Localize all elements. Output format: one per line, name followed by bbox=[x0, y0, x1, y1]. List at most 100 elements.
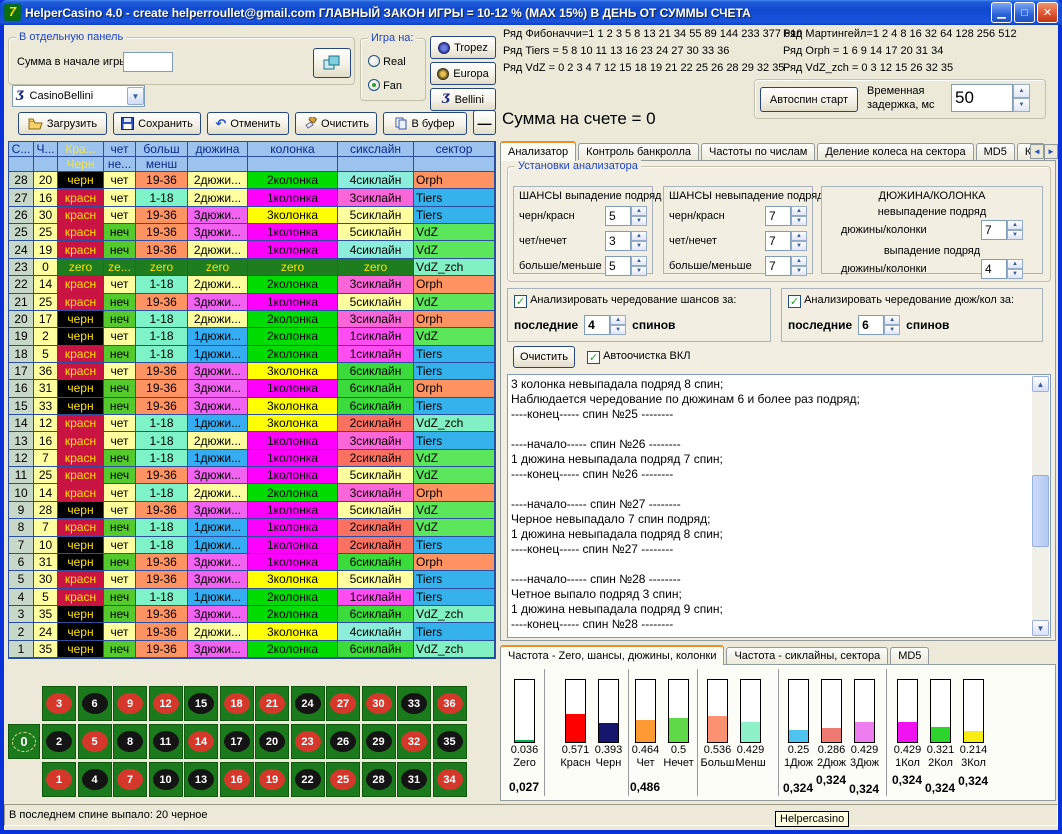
column-header[interactable]: не... bbox=[104, 157, 136, 172]
roulette-number-0[interactable]: 0 bbox=[8, 724, 40, 759]
roulette-number-1[interactable]: 1 bbox=[42, 762, 76, 797]
spinner-dozen-spins[interactable]: 6▲▼ bbox=[858, 315, 900, 335]
tab-3[interactable]: Деление колеса на сектора bbox=[817, 143, 973, 161]
clear-button[interactable]: Очистить bbox=[295, 112, 377, 135]
roulette-number-13[interactable]: 13 bbox=[184, 762, 218, 797]
table-row[interactable]: 1631черннеч19-363дюжи...1колонка6сиклайн… bbox=[9, 380, 495, 397]
roulette-number-20[interactable]: 20 bbox=[255, 724, 289, 759]
roulette-number-11[interactable]: 11 bbox=[149, 724, 183, 759]
roulette-number-36[interactable]: 36 bbox=[433, 686, 467, 721]
collapse-button[interactable]: — bbox=[473, 110, 496, 135]
table-row[interactable]: 710чернчет1-181дюжи...1колонка2сиклайнTi… bbox=[9, 537, 495, 554]
column-header[interactable]: менш bbox=[136, 157, 188, 172]
column-header[interactable]: сикслайн bbox=[338, 142, 414, 157]
tab-scroll-right-icon[interactable]: ► bbox=[1044, 144, 1058, 159]
spin-up-icon[interactable]: ▲ bbox=[610, 315, 626, 325]
column-header[interactable] bbox=[34, 157, 58, 172]
roulette-number-8[interactable]: 8 bbox=[113, 724, 147, 759]
casino-tropez-button[interactable]: Tropez bbox=[430, 36, 496, 59]
casino-bellini-button[interactable]: Ʒ Bellini bbox=[430, 88, 496, 111]
freq-tab-1[interactable]: Частота - сиклайны, сектора bbox=[726, 647, 888, 665]
table-row[interactable]: 2716краснчет1-182дюжи...1колонка3сиклайн… bbox=[9, 189, 495, 206]
autoclear-checkbox-row[interactable]: Автоочистка ВКЛ bbox=[587, 350, 691, 364]
spinner-even-odd-appear[interactable]: 3▲▼ bbox=[605, 231, 647, 251]
analyzer-log[interactable]: 3 колонка невыпадала подряд 8 спин; Набл… bbox=[507, 374, 1051, 638]
save-button[interactable]: Сохранить bbox=[113, 112, 201, 135]
roulette-number-26[interactable]: 26 bbox=[326, 724, 360, 759]
roulette-number-6[interactable]: 6 bbox=[78, 686, 112, 721]
radio-fan[interactable]: Fan bbox=[368, 79, 402, 92]
detach-panel-button[interactable] bbox=[313, 48, 351, 78]
column-header[interactable]: больш bbox=[136, 142, 188, 157]
roulette-number-31[interactable]: 31 bbox=[397, 762, 431, 797]
table-row[interactable]: 2820чернчет19-362дюжи...2колонка4сиклайн… bbox=[9, 172, 495, 189]
column-header[interactable]: колонка bbox=[248, 142, 338, 157]
roulette-number-18[interactable]: 18 bbox=[220, 686, 254, 721]
column-header[interactable]: Кра... bbox=[58, 142, 104, 157]
spin-up-icon[interactable]: ▲ bbox=[884, 315, 900, 325]
spinner-even-odd-miss[interactable]: 7▲▼ bbox=[765, 231, 807, 251]
roulette-number-3[interactable]: 3 bbox=[42, 686, 76, 721]
log-scrollbar[interactable]: ▲ ▼ bbox=[1032, 376, 1049, 636]
spin-down-icon[interactable]: ▼ bbox=[884, 325, 900, 335]
spin-up-icon[interactable]: ▲ bbox=[631, 256, 647, 266]
undo-button[interactable]: ↶ Отменить bbox=[207, 112, 289, 135]
roulette-number-30[interactable]: 30 bbox=[362, 686, 396, 721]
spinner-dozen-appear[interactable]: 4▲▼ bbox=[981, 259, 1023, 279]
table-row[interactable]: 1736краснчет19-363дюжи...3колонка6сиклай… bbox=[9, 363, 495, 380]
scroll-down-icon[interactable]: ▼ bbox=[1032, 620, 1049, 636]
tab-scroll-left-icon[interactable]: ◄ bbox=[1030, 144, 1044, 159]
spin-up-icon[interactable]: ▲ bbox=[1007, 259, 1023, 269]
spin-down-icon[interactable]: ▼ bbox=[1007, 269, 1023, 279]
table-row[interactable]: 530краснчет19-363дюжи...3колонка5сиклайн… bbox=[9, 571, 495, 588]
spinner-dozen-miss[interactable]: 7▲▼ bbox=[981, 220, 1023, 240]
tab-4[interactable]: MD5 bbox=[976, 143, 1015, 161]
tab-0[interactable]: Анализатор bbox=[500, 141, 576, 161]
scroll-up-icon[interactable]: ▲ bbox=[1032, 376, 1049, 392]
roulette-number-19[interactable]: 19 bbox=[255, 762, 289, 797]
casino-select[interactable]: Ʒ CasinoBellini ▼ bbox=[12, 85, 145, 107]
casino-europa-button[interactable]: Europa bbox=[430, 62, 496, 85]
maximize-button[interactable]: □ bbox=[1014, 2, 1035, 23]
roulette-number-29[interactable]: 29 bbox=[362, 724, 396, 759]
table-row[interactable]: 631черннеч19-363дюжи...1колонка6сиклайнO… bbox=[9, 554, 495, 571]
roulette-number-24[interactable]: 24 bbox=[291, 686, 325, 721]
roulette-number-10[interactable]: 10 bbox=[149, 762, 183, 797]
roulette-number-22[interactable]: 22 bbox=[291, 762, 325, 797]
delay-value[interactable]: 50 bbox=[951, 84, 1013, 112]
start-sum-input[interactable] bbox=[123, 52, 173, 72]
roulette-number-17[interactable]: 17 bbox=[220, 724, 254, 759]
roulette-number-32[interactable]: 32 bbox=[397, 724, 431, 759]
spin-up-icon[interactable]: ▲ bbox=[791, 231, 807, 241]
analyze-chances-checkbox[interactable] bbox=[514, 295, 527, 308]
table-row[interactable]: 2419красннеч19-362дюжи...1колонка4сиклай… bbox=[9, 241, 495, 258]
column-header[interactable] bbox=[414, 157, 495, 172]
spin-down-icon[interactable]: ▼ bbox=[1013, 98, 1030, 112]
roulette-number-5[interactable]: 5 bbox=[78, 724, 112, 759]
column-header[interactable]: С... bbox=[9, 142, 34, 157]
spin-up-icon[interactable]: ▲ bbox=[791, 206, 807, 216]
spin-up-icon[interactable]: ▲ bbox=[1013, 84, 1030, 98]
table-row[interactable]: 1533черннеч19-363дюжи...3колонка6сиклайн… bbox=[9, 398, 495, 415]
table-row[interactable]: 185красннеч1-181дюжи...2колонка1сиклайнT… bbox=[9, 346, 495, 363]
table-row[interactable]: 1014краснчет1-182дюжи...2колонка3сиклайн… bbox=[9, 484, 495, 501]
spinner-black-red-miss[interactable]: 7▲▼ bbox=[765, 206, 807, 226]
spin-down-icon[interactable]: ▼ bbox=[610, 325, 626, 335]
column-header[interactable] bbox=[248, 157, 338, 172]
table-row[interactable]: 87красннеч1-181дюжи...1колонка2сиклайнVd… bbox=[9, 519, 495, 536]
roulette-number-2[interactable]: 2 bbox=[42, 724, 76, 759]
table-row[interactable]: 192чернчет1-181дюжи...2колонка1сиклайнVd… bbox=[9, 328, 495, 345]
tab-1[interactable]: Контроль банкролла bbox=[578, 143, 699, 161]
roulette-number-27[interactable]: 27 bbox=[326, 686, 360, 721]
table-row[interactable]: 335черннеч19-363дюжи...2колонка6сиклайнV… bbox=[9, 606, 495, 623]
spinner-high-low-appear[interactable]: 5▲▼ bbox=[605, 256, 647, 276]
table-row[interactable]: 1125красннеч19-363дюжи...1колонка5сиклай… bbox=[9, 467, 495, 484]
close-button[interactable]: ✕ bbox=[1037, 2, 1058, 23]
spin-up-icon[interactable]: ▲ bbox=[791, 256, 807, 266]
table-row[interactable]: 2017черннеч1-182дюжи...2колонка3сиклайнO… bbox=[9, 311, 495, 328]
roulette-number-15[interactable]: 15 bbox=[184, 686, 218, 721]
delay-spinner[interactable]: 50 ▲▼ bbox=[951, 84, 1030, 112]
load-button[interactable]: Загрузить bbox=[18, 112, 107, 135]
roulette-number-21[interactable]: 21 bbox=[255, 686, 289, 721]
spinner-chances-spins[interactable]: 4▲▼ bbox=[584, 315, 626, 335]
